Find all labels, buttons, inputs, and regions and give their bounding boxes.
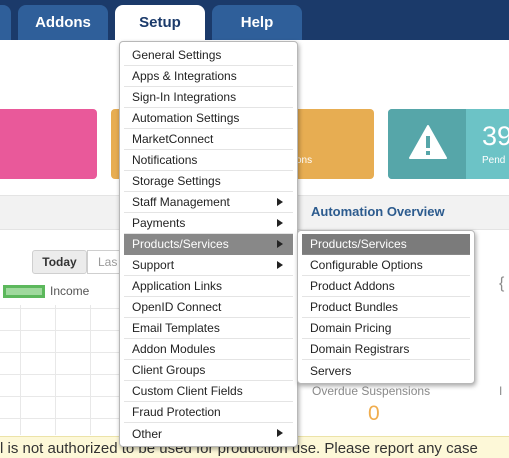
income-legend-label: Income [50,284,90,298]
menu-item-openid-connect[interactable]: OpenID Connect [124,297,293,318]
menu-item-automation-settings[interactable]: Automation Settings [124,108,293,129]
menu-item-notifications[interactable]: Notifications [124,150,293,171]
menu-item-sign-in-integrations[interactable]: Sign-In Integrations [124,87,293,108]
menu-item-label: Support [132,258,175,272]
chart-grid-line [0,374,120,375]
pending-count: 39 [482,121,509,151]
menu-item-application-links[interactable]: Application Links [124,276,293,297]
cut-off-stat-mark: { [499,275,505,292]
submenu-arrow-icon [277,219,283,227]
submenu-item-servers[interactable]: Servers [302,360,470,381]
chart-grid-line [0,418,120,419]
submenu-arrow-icon [277,198,283,206]
chart-grid-vline [55,305,56,435]
pending-label: Pend [482,155,506,166]
menu-item-other[interactable]: Other [124,423,293,444]
submenu-item-domain-registrars[interactable]: Domain Registrars [302,339,470,360]
menu-item-label: Payments [132,216,186,230]
menu-item-label: Other [132,426,163,441]
menu-item-products-services[interactable]: Products/Services [124,234,293,255]
menu-item-general-settings[interactable]: General Settings [124,45,293,66]
submenu-item-configurable-options[interactable]: Configurable Options [302,255,470,276]
tab-addons[interactable]: Addons [18,5,108,40]
menu-item-staff-management[interactable]: Staff Management [124,192,293,213]
submenu-item-domain-pricing[interactable]: Domain Pricing [302,318,470,339]
today-button[interactable]: Today [32,250,87,274]
cut-off-stat-label: I [499,384,503,398]
income-legend-swatch [3,285,45,298]
menu-item-label: Staff Management [132,195,230,209]
menu-item-addon-modules[interactable]: Addon Modules [124,339,293,360]
menu-item-storage-settings[interactable]: Storage Settings [124,171,293,192]
chart-grid-vline [20,305,21,435]
stat-card-icon-zone [388,109,466,179]
tab-setup[interactable]: Setup [115,5,205,40]
menu-item-email-templates[interactable]: Email Templates [124,318,293,339]
menu-item-apps-integrations[interactable]: Apps & Integrations [124,66,293,87]
submenu-arrow-icon [277,429,283,437]
submenu-arrow-icon [277,261,283,269]
submenu-item-product-bundles[interactable]: Product Bundles [302,297,470,318]
chart-grid-vline [90,305,91,435]
menu-item-custom-client-fields[interactable]: Custom Client Fields [124,381,293,402]
setup-dropdown-menu: General Settings Apps & Integrations Sig… [119,41,298,447]
chart-grid-line [0,352,120,353]
menu-item-client-groups[interactable]: Client Groups [124,360,293,381]
automation-overview-title[interactable]: Automation Overview [311,204,445,219]
top-navigation-bar: Addons Setup Help [0,0,509,40]
submenu-item-product-addons[interactable]: Product Addons [302,276,470,297]
chart-grid-line [0,330,120,331]
menu-item-support[interactable]: Support [124,255,293,276]
stat-card-orange-label: ons [296,155,313,166]
submenu-item-products-services[interactable]: Products/Services [302,234,470,255]
stat-card-pink[interactable]: g [0,109,97,179]
menu-item-payments[interactable]: Payments [124,213,293,234]
products-services-submenu: Products/Services Configurable Options P… [297,230,475,384]
tab-previous-partial[interactable] [0,5,11,40]
tab-help[interactable]: Help [212,5,302,40]
menu-item-marketconnect[interactable]: MarketConnect [124,129,293,150]
chart-grid-line [0,308,120,309]
submenu-arrow-icon [277,240,283,248]
menu-item-fraud-protection[interactable]: Fraud Protection [124,402,293,423]
warning-icon [409,125,447,159]
chart-grid-line [0,396,120,397]
overdue-suspensions-value: 0 [368,402,380,425]
overdue-suspensions-label: Overdue Suspensions [312,384,431,398]
menu-item-label: Products/Services [132,237,229,251]
